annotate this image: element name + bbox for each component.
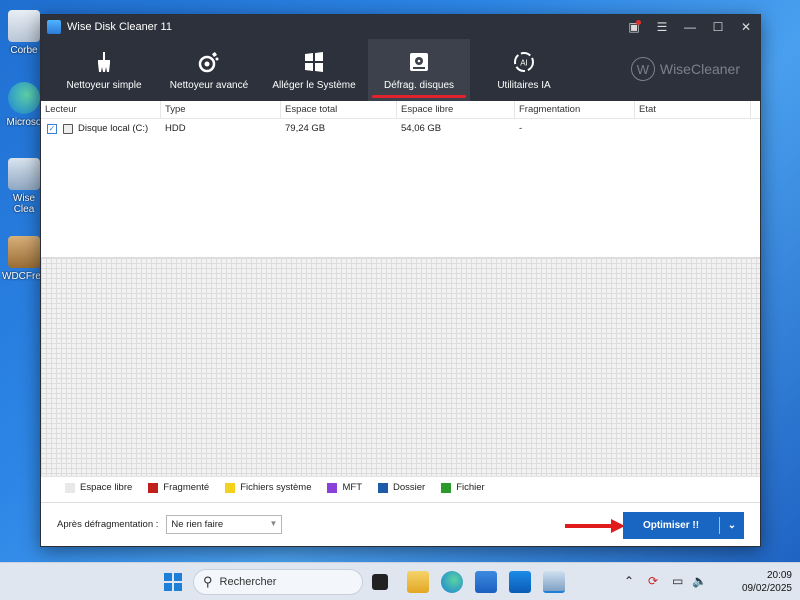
legend-swatch [225,482,236,493]
legend-item: Espace libre [65,482,132,493]
wise-disk-cleaner-taskbar-icon[interactable] [543,571,565,593]
after-defrag-label: Après défragmentation : [57,519,159,530]
col-type[interactable]: Type [161,101,281,118]
col-lecteur[interactable]: Lecteur [41,101,161,118]
legend-swatch [441,482,452,493]
speaker-icon[interactable]: 🔈 [692,574,707,588]
disk-defrag-icon [410,52,428,71]
broom-icon [98,51,110,72]
ai-icon: AI [514,51,534,72]
red-arrow-icon [565,519,625,533]
windows-icon [305,51,323,72]
search-icon: ⚲ [203,574,213,589]
legend-item: Dossier [378,482,425,493]
package-icon [8,236,40,268]
optimize-button[interactable]: Optimiser !! ⌄ [623,512,744,539]
tab-nettoyeur-avance[interactable]: Nettoyeur avancé [158,39,260,101]
window-title: Wise Disk Cleaner 11 [67,21,172,33]
legend-item: MFT [327,482,362,493]
hard-disk-icon [63,123,73,134]
wisecleaner-logo: W WiseCleaner [630,57,740,81]
legend-item: Fragmenté [148,482,209,493]
edge-taskbar-icon[interactable] [441,571,463,593]
app-window: Wise Disk Cleaner 11 ▣ ☰ — ☐ ✕ Nettoyeur… [40,14,761,547]
outlook-icon[interactable] [509,571,531,593]
table-row[interactable]: ✓ Disque local (C:) HDD 79,24 GB 54,06 G… [41,119,760,138]
optimize-dropdown-chevron-icon[interactable]: ⌄ [720,520,744,531]
after-defrag-select[interactable]: Ne rien faire ▼ [166,515,283,534]
clock-date: 09/02/2025 [741,583,792,594]
tab-defrag-disques[interactable]: Défrag. disques [368,39,470,101]
taskbar: ⚲ Rechercher ⌃ ⟳ ▭ 🔈 20:09 09/02/2025 [0,562,800,600]
drive-free: 54,06 GB [401,123,442,134]
legend-swatch [148,482,159,493]
col-espace-total[interactable]: Espace total [281,101,397,118]
chevron-up-icon[interactable]: ⌃ [624,574,634,588]
drive-name: Disque local (C:) [78,123,149,134]
legend-item: Fichier [441,482,485,493]
clock[interactable]: 20:09 09/02/2025 [742,569,792,595]
start-button[interactable] [162,571,184,593]
col-etat[interactable]: Etat [635,101,751,118]
tab-nettoyeur-simple[interactable]: Nettoyeur simple [53,39,155,101]
sync-icon[interactable]: ⟳ [648,574,658,588]
col-espace-libre[interactable]: Espace libre [397,101,515,118]
taskbar-search-input[interactable]: ⚲ Rechercher [193,569,363,595]
file-explorer-icon[interactable] [407,571,429,593]
drive-checkbox[interactable]: ✓ [47,123,57,134]
windows-start-icon [164,573,182,591]
menu-icon[interactable]: ☰ [648,15,676,39]
logo-mark: W [630,57,655,81]
maximize-button[interactable]: ☐ [704,15,732,39]
drive-type: HDD [165,123,186,134]
table-header: Lecteur Type Espace total Espace libre F… [41,101,760,119]
legend-swatch [378,482,389,493]
recycle-bin-icon [8,10,40,42]
app-icon [47,20,61,34]
monitor-icon[interactable]: ▭ [672,574,683,588]
drive-fragmentation: - [519,123,523,134]
legend-swatch [65,482,75,493]
drive-table: Lecteur Type Espace total Espace libre F… [41,101,760,258]
edge-icon [8,82,40,114]
store-icon[interactable] [475,571,497,593]
chevron-down-icon: ▼ [269,519,278,528]
defrag-cluster-map [41,258,760,476]
clock-time: 20:09 [766,570,792,581]
main-toolbar: Nettoyeur simple Nettoyeur avancé Allége… [41,39,760,101]
map-legend: Espace libre Fragmenté Fichiers système … [41,476,760,498]
task-view-icon[interactable] [372,574,388,590]
minimize-button[interactable]: — [676,15,704,39]
drive-total: 79,24 GB [285,123,326,134]
action-bar: Après défragmentation : Ne rien faire ▼ … [41,502,760,546]
legend-swatch [327,482,338,493]
tab-alleger-systeme[interactable]: Alléger le Système [263,39,365,101]
title-bar: Wise Disk Cleaner 11 ▣ ☰ — ☐ ✕ [41,15,760,39]
legend-item: Fichiers système [225,482,311,493]
notification-icon[interactable]: ▣ [620,15,648,39]
tab-utilitaires-ia[interactable]: AI Utilitaires IA [473,39,575,101]
advanced-clean-icon [198,51,219,72]
close-button[interactable]: ✕ [732,15,760,39]
col-fragmentation[interactable]: Fragmentation [515,101,635,118]
svg-text:AI: AI [520,58,528,67]
wise-cleaner-icon [8,158,40,190]
